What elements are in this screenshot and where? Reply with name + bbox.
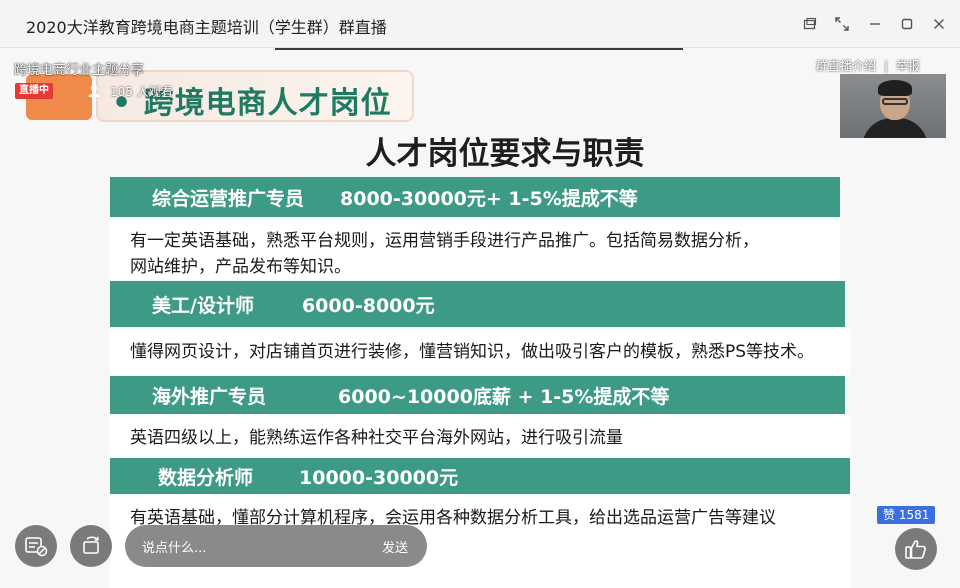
rotate-screen-button[interactable]: [70, 525, 112, 567]
presenter-webcam[interactable]: [840, 74, 946, 138]
like-button[interactable]: [895, 528, 937, 570]
live-stream-stage: • 跨境电商人才岗位 人才岗位要求与职责 综合运营推广专员 8000-30000…: [0, 48, 960, 588]
window-title: 2020大洋教育跨境电商主题培训（学生群）群直播: [26, 18, 387, 37]
maximize-icon[interactable]: [894, 12, 920, 36]
presenter-hair: [878, 80, 912, 96]
report-link[interactable]: 举报: [896, 59, 920, 73]
position-role: 数据分析师: [158, 466, 254, 489]
close-icon[interactable]: [926, 12, 952, 36]
fullscreen-icon[interactable]: [829, 12, 855, 36]
position-salary: 6000~10000底薪 + 1-5%提成不等: [338, 385, 670, 408]
live-status-badge: 直播中: [15, 83, 53, 99]
minimize-icon[interactable]: [862, 12, 888, 36]
position-band: 海外推广专员 6000~10000底薪 + 1-5%提成不等: [110, 376, 845, 414]
slide-subtitle: 人才岗位要求与职责: [365, 136, 645, 172]
position-role: 海外推广专员: [152, 385, 267, 408]
position-salary: 8000-30000元+ 1-5%提成不等: [340, 187, 638, 210]
position-salary: 10000-30000元: [299, 466, 459, 489]
presentation-slide: • 跨境电商人才岗位 人才岗位要求与职责 综合运营推广专员 8000-30000…: [0, 48, 960, 588]
send-button[interactable]: 发送: [382, 537, 408, 556]
link-separator: |: [883, 59, 888, 73]
rotate-screen-icon: [83, 536, 99, 554]
position-description-line: 网站维护，产品发布等知识。: [130, 257, 351, 277]
danmaku-toggle-icon: [25, 537, 48, 557]
live-top-links: 群直播介绍 | 举报: [816, 57, 920, 74]
danmaku-toggle-button[interactable]: [15, 525, 57, 567]
position-band: 综合运营推广专员 8000-30000元+ 1-5%提成不等: [110, 177, 840, 217]
group-live-intro-link[interactable]: 群直播介绍: [816, 59, 876, 73]
position-description-line: 懂得网页设计，对店铺首页进行装修，懂营销知识，做出吸引客户的模板，熟悉PS等技术…: [130, 342, 815, 362]
comment-placeholder: 说点什么...: [142, 541, 207, 556]
presenter-glasses: [882, 98, 908, 105]
position-band: 美工/设计师 6000-8000元: [110, 281, 845, 327]
viewer-count: 105 人观看: [110, 85, 173, 99]
window-titlebar: 2020大洋教育跨境电商主题培训（学生群）群直播: [0, 0, 960, 48]
position-role: 综合运营推广专员: [152, 187, 305, 210]
position-role: 美工/设计师: [152, 294, 254, 317]
position-description-line: 有一定英语基础，熟悉平台规则，运用营销手段进行产品推广。包括简易数据分析，: [130, 231, 759, 251]
position-salary: 6000-8000元: [301, 294, 435, 317]
live-session-title: 跨境电商行业主题分享: [14, 63, 145, 78]
restore-window-icon[interactable]: [797, 12, 823, 36]
thumbs-up-icon: [905, 540, 926, 559]
people-icon: [88, 85, 104, 97]
position-band: 数据分析师 10000-30000元: [110, 458, 850, 494]
slide-top-edge: [275, 48, 683, 50]
like-count-badge: 赞 1581: [877, 506, 936, 524]
position-description-line: 英语四级以上，能熟练运作各种社交平台海外网站，进行吸引流量: [130, 428, 623, 448]
comment-input[interactable]: 说点什么... 发送: [125, 525, 427, 567]
